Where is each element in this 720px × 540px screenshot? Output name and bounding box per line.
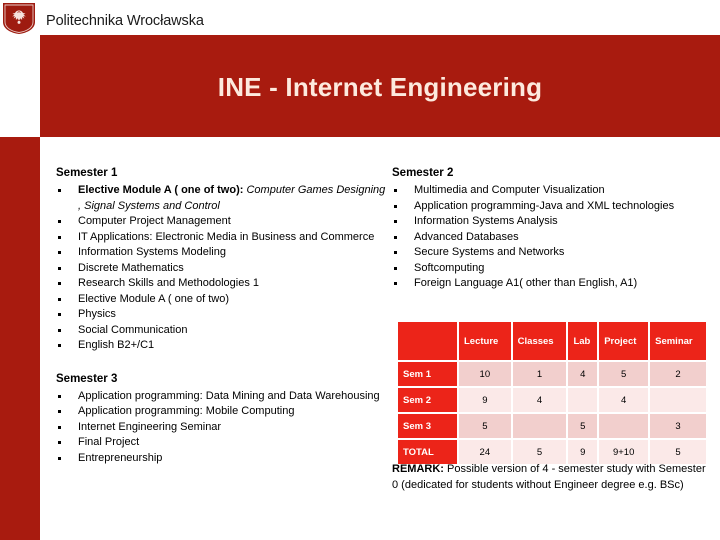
cell-sem1-classes: 1 — [512, 362, 567, 386]
cell-sem3-seminar: 3 — [650, 414, 706, 438]
list-item: Multimedia and Computer Visualization — [392, 183, 712, 199]
semester-3-course-list: Application programming: Data Mining and… — [56, 389, 386, 467]
hours-table: Lecture Classes Lab Project Seminar Sem … — [396, 320, 708, 466]
list-item: Information Systems Analysis — [392, 214, 712, 230]
semester-2-heading: Semester 2 — [392, 167, 454, 179]
left-red-sidebar — [0, 137, 40, 540]
list-item: Secure Systems and Networks — [392, 245, 712, 261]
list-item: Discrete Mathematics — [56, 261, 386, 277]
list-item: Computer Project Management — [56, 214, 386, 230]
list-item: Information Systems Modeling — [56, 245, 386, 261]
cell-sem2-lecture: 9 — [459, 388, 511, 412]
semester-2-course-list: Multimedia and Computer Visualization Ap… — [392, 183, 712, 292]
cell-sem3-lab: 5 — [568, 414, 598, 438]
table-row: TOTAL 24 5 9 9+10 5 — [398, 440, 706, 464]
cell-sem1-seminar: 2 — [650, 362, 706, 386]
cell-total-lecture: 24 — [459, 440, 511, 464]
semester-3-heading: Semester 3 — [56, 372, 118, 385]
list-item: Social Communication — [56, 323, 386, 339]
list-item: English B2+/C1 — [56, 338, 386, 354]
table-header-row: Lecture Classes Lab Project Seminar — [398, 322, 706, 360]
list-item: Foreign Language A1( other than English,… — [392, 276, 712, 292]
left-column: Semester 1 Elective Module A ( one of tw… — [56, 166, 386, 466]
column-header-seminar: Seminar — [650, 322, 706, 360]
cell-sem1-lab: 4 — [568, 362, 598, 386]
list-item: Advanced Databases — [392, 230, 712, 246]
table-corner-cell — [398, 322, 457, 360]
column-header-lecture: Lecture — [459, 322, 511, 360]
list-item: Physics — [56, 307, 386, 323]
list-item: Softcomputing — [392, 261, 712, 277]
cell-total-lab: 9 — [568, 440, 598, 464]
list-item: Elective Module A ( one of two) — [56, 292, 386, 308]
column-header-lab: Lab — [568, 322, 598, 360]
cell-sem1-lecture: 10 — [459, 362, 511, 386]
table-header: Lecture Classes Lab Project Seminar — [398, 322, 706, 360]
remark-block: REMARK: Possible version of 4 - semester… — [392, 462, 712, 493]
row-header-sem-1: Sem 1 — [398, 362, 457, 386]
table-row: Sem 2 9 4 4 — [398, 388, 706, 412]
table-body: Sem 1 10 1 4 5 2 Sem 2 9 4 4 Sem 3 5 5 3… — [398, 362, 706, 464]
cell-sem3-classes — [512, 414, 567, 438]
list-item: Application programming-Java and XML tec… — [392, 199, 712, 215]
cell-sem2-project: 4 — [599, 388, 649, 412]
cell-sem3-project — [599, 414, 649, 438]
semester-1-course-list: Elective Module A ( one of two): Compute… — [56, 183, 386, 354]
university-name: Politechnika Wrocławska — [46, 13, 204, 29]
page-title: INE - Internet Engineering — [217, 72, 543, 102]
slide: Politechnika Wrocławska INE - Internet E… — [0, 0, 720, 540]
semester-1-heading: Semester 1 — [56, 167, 118, 179]
list-item: Entrepreneurship — [56, 451, 386, 467]
cell-sem3-lecture: 5 — [459, 414, 511, 438]
list-item: Elective Module A ( one of two): Compute… — [56, 183, 386, 214]
list-item: Internet Engineering Seminar — [56, 420, 386, 436]
wroclaw-university-shield-logo — [3, 3, 35, 34]
row-header-total: TOTAL — [398, 440, 457, 464]
table-row: Sem 3 5 5 3 — [398, 414, 706, 438]
right-column: Semester 2 Multimedia and Computer Visua… — [392, 166, 712, 292]
list-item: Research Skills and Methodologies 1 — [56, 276, 386, 292]
cell-total-seminar: 5 — [650, 440, 706, 464]
row-header-sem-2: Sem 2 — [398, 388, 457, 412]
remark-label: REMARK: — [392, 463, 444, 475]
table-row: Sem 1 10 1 4 5 2 — [398, 362, 706, 386]
cell-sem2-seminar — [650, 388, 706, 412]
list-item: Final Project — [56, 435, 386, 451]
row-header-sem-3: Sem 3 — [398, 414, 457, 438]
cell-total-project: 9+10 — [599, 440, 649, 464]
cell-total-classes: 5 — [512, 440, 567, 464]
course-title-bold: Elective Module A ( one of two): — [78, 184, 244, 196]
cell-sem1-project: 5 — [599, 362, 649, 386]
list-item: Application programming: Mobile Computin… — [56, 404, 386, 420]
cell-sem2-lab — [568, 388, 598, 412]
university-logo — [2, 2, 36, 35]
column-header-classes: Classes — [512, 322, 567, 360]
column-header-project: Project — [599, 322, 649, 360]
list-item: Application programming: Data Mining and… — [56, 389, 386, 405]
list-item: IT Applications: Electronic Media in Bus… — [56, 230, 386, 246]
cell-sem2-classes: 4 — [512, 388, 567, 412]
